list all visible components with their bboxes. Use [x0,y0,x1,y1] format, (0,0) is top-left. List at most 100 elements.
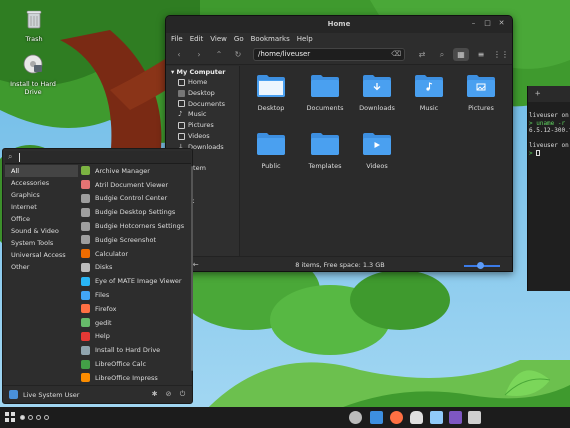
location-input[interactable]: /home/liveuser ⌫ [253,48,405,61]
media-player-icon[interactable] [449,411,462,424]
sidebar-header[interactable]: ▾ My Computer [166,66,239,77]
music-icon: ♪ [178,110,183,119]
workspace-dot[interactable] [36,415,41,420]
terminal-app-icon[interactable] [468,411,481,424]
desktop-icon-label: Trash [25,35,43,43]
app-item[interactable]: Help [80,330,186,344]
workspace-dot[interactable] [44,415,49,420]
desktop-icon-install[interactable]: Install to Hard Drive [5,53,61,96]
category-list: All Accessories Graphics Internet Office Soun… [5,165,78,273]
maximize-icon[interactable]: □ [483,19,492,28]
reload-icon[interactable]: ↻ [232,49,244,61]
files-app-icon[interactable] [370,411,383,424]
terminal-line: > uname -r [529,119,566,127]
new-tab-button[interactable]: + [528,86,570,102]
list-view-button[interactable]: ≡ [473,48,489,61]
up-icon[interactable]: ⌃ [213,49,225,61]
bottom-panel [0,407,570,428]
compact-view-button[interactable]: ⋮⋮ [493,48,509,61]
sidebar-item-documents[interactable]: Documents [166,99,239,110]
sidebar-item-videos[interactable]: Videos [166,131,239,142]
terminal-prompt[interactable]: > [528,150,570,158]
category-item[interactable]: Sound & Video [5,225,78,237]
menu-edit[interactable]: Edit [190,33,204,45]
window-titlebar[interactable]: Home – □ ✕ [166,16,512,33]
folder-item[interactable]: Desktop [245,74,297,112]
folder-item[interactable]: Videos [351,132,403,170]
sidebar-item-home[interactable]: Home [166,77,239,88]
workspace-dot[interactable] [28,415,33,420]
menu-bookmarks[interactable]: Bookmarks [251,33,290,45]
app-item[interactable]: LibreOffice Impress [80,371,186,385]
app-item[interactable]: Calculator [80,247,186,261]
desktop-icon-trash[interactable]: Trash [6,8,62,43]
tux-icon[interactable] [410,411,423,424]
power-icon[interactable]: ⏻ [178,390,187,399]
sidebar-item-desktop[interactable]: Desktop [166,88,239,99]
folder-icon [311,75,339,97]
zoom-slider-knob[interactable] [476,262,484,269]
menu-search-input[interactable]: ⌕ [5,151,191,164]
category-item[interactable]: All [5,165,78,177]
folder-item[interactable]: Music [403,74,455,112]
folder-item[interactable]: Documents [299,74,351,112]
app-icon [81,193,90,203]
category-item[interactable]: Other [5,261,78,273]
app-item[interactable]: Disks [80,261,186,275]
app-label: Budgie Screenshot [95,235,157,244]
app-item[interactable]: Eye of MATE Image Viewer [80,274,186,288]
category-item[interactable]: Office [5,213,78,225]
menu-help[interactable]: Help [297,33,313,45]
category-item[interactable]: Universal Access [5,249,78,261]
sidebar-item-music[interactable]: ♪ Music [166,109,239,120]
app-item[interactable]: Budgie Desktop Settings [80,205,186,219]
location-path: /home/liveuser [258,50,311,58]
clear-location-icon[interactable]: ⌫ [391,49,401,60]
image-viewer-icon[interactable] [430,411,443,424]
app-item[interactable]: Atril Document Viewer [80,178,186,192]
folder-item[interactable]: Downloads [351,74,403,112]
app-item[interactable]: Install to Hard Drive [80,343,186,357]
category-item[interactable]: System Tools [5,237,78,249]
app-item[interactable]: Budgie Screenshot [80,233,186,247]
user-button[interactable]: Live System User [9,390,79,399]
app-item[interactable]: gedit [80,316,186,330]
settings-icon[interactable]: ✱ [150,390,159,399]
app-list-scrollbar[interactable] [191,166,193,371]
back-icon[interactable]: ‹ [173,49,185,61]
menu-view[interactable]: View [210,33,227,45]
folder-item[interactable]: Templates [299,132,351,170]
firefox-icon[interactable] [390,411,403,424]
app-icon [81,304,90,314]
app-item[interactable]: LibreOffice Calc [80,357,186,371]
sidebar-item-pictures[interactable]: Pictures [166,120,239,131]
menu-go[interactable]: Go [234,33,244,45]
search-app-icon[interactable] [349,411,362,424]
close-icon[interactable]: ✕ [497,19,506,28]
app-item[interactable]: Firefox [80,302,186,316]
folder-item[interactable]: Public [245,132,297,170]
menu-grid-icon[interactable] [5,412,15,422]
toggle-location-icon[interactable]: ⇄ [416,49,428,61]
icon-view-button[interactable]: ▦ [453,48,469,61]
toolbar: ‹ › ⌃ ↻ /home/liveuser ⌫ ⇄ ⌕ ▦ ≡ ⋮⋮ [166,45,512,65]
workspace-switcher[interactable] [20,415,49,420]
app-item[interactable]: Files [80,288,186,302]
category-item[interactable]: Graphics [5,189,78,201]
app-item[interactable]: Archive Manager [80,164,186,178]
app-item[interactable]: Budgie Hotcorners Settings [80,219,186,233]
minimize-icon[interactable]: – [469,19,478,28]
category-item[interactable]: Accessories [5,177,78,189]
menu-file[interactable]: File [171,33,183,45]
forward-icon[interactable]: › [193,49,205,61]
zoom-slider[interactable] [464,262,500,269]
terminal-line: liveuser on [529,112,569,119]
search-icon[interactable]: ⌕ [436,49,448,61]
app-icon [81,207,90,217]
folder-item[interactable]: Pictures [455,74,507,112]
lock-icon[interactable]: ⊘ [164,390,173,399]
workspace-dot[interactable] [20,415,25,420]
category-item[interactable]: Internet [5,201,78,213]
app-item[interactable]: Budgie Control Center [80,192,186,206]
